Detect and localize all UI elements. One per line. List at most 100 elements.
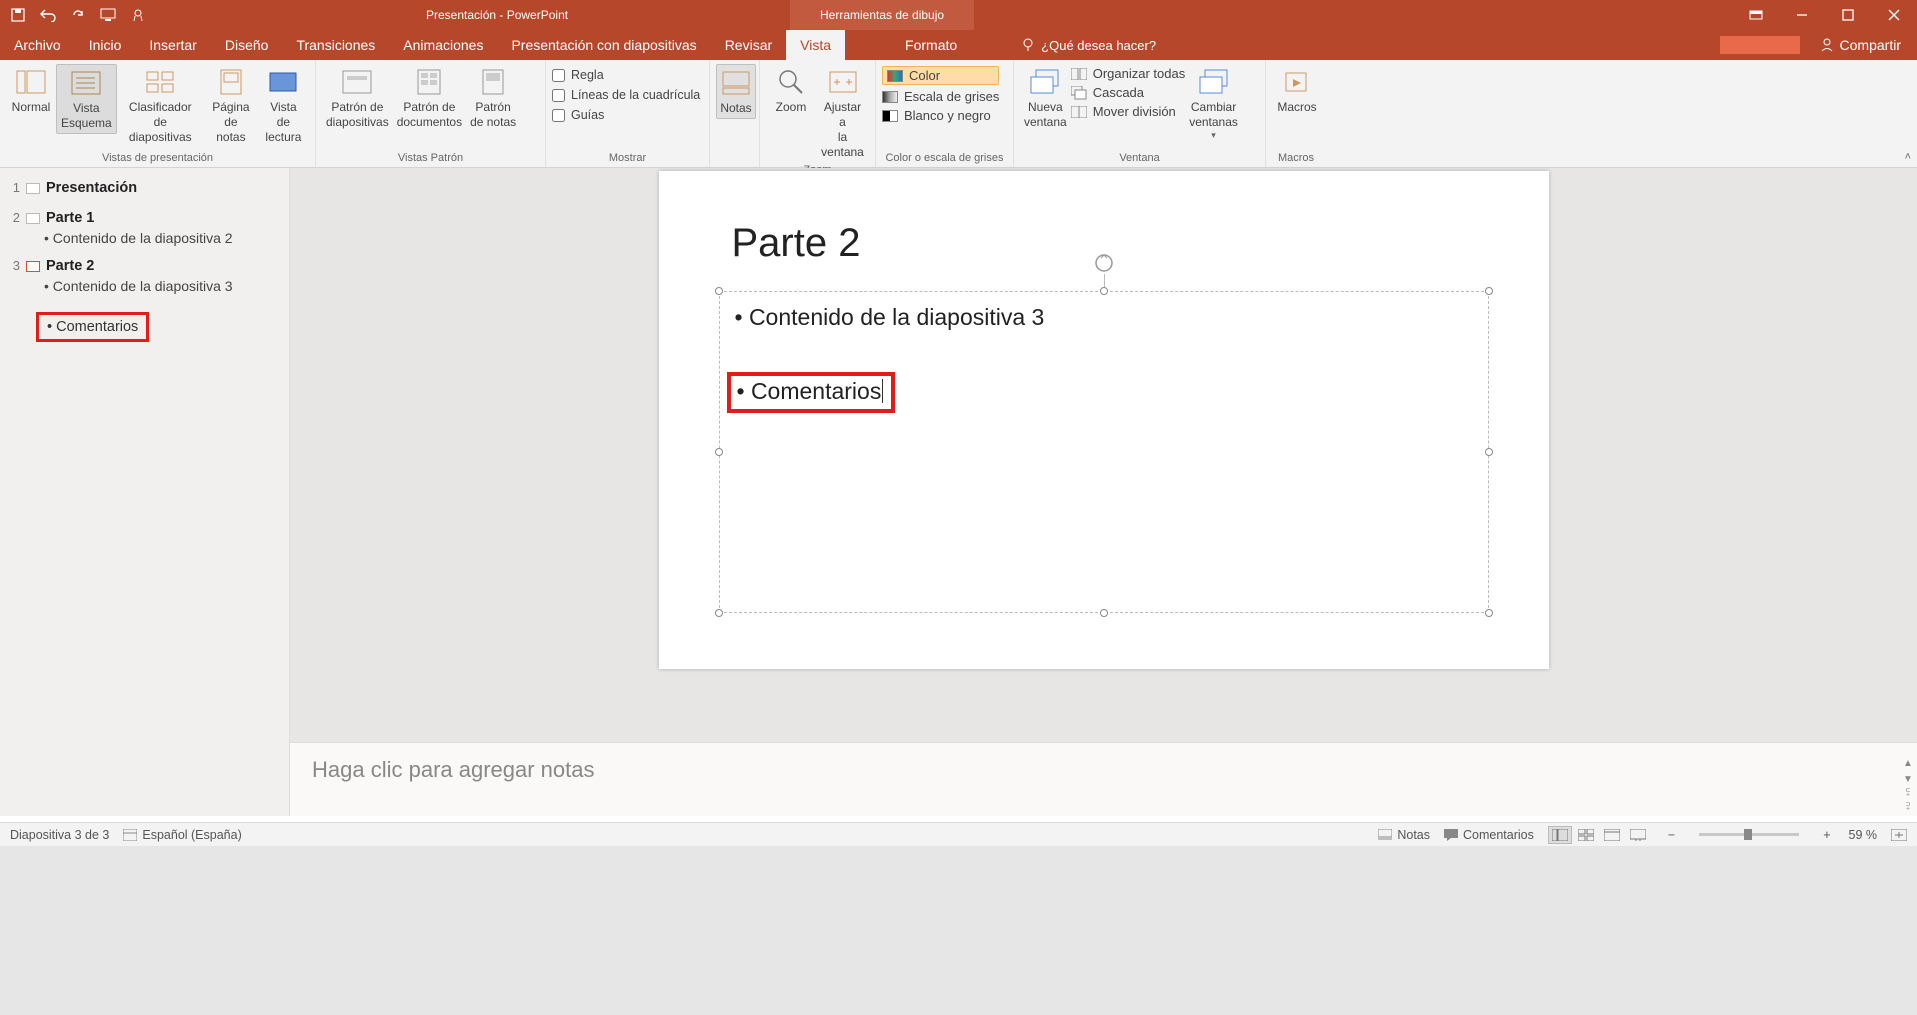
vertical-scrollbar[interactable]: ▲ ▼ ⪿ ⫀ bbox=[1899, 168, 1917, 816]
outline-view-button[interactable]: Vista Esquema bbox=[56, 64, 117, 134]
grayscale-mode-button[interactable]: Escala de grises bbox=[882, 89, 999, 104]
outline-slide-2[interactable]: 2 Parte 1 bbox=[0, 208, 289, 228]
save-icon[interactable] bbox=[10, 7, 26, 23]
slide-sorter-button[interactable]: Clasificador de diapositivas bbox=[117, 64, 204, 147]
redo-icon[interactable] bbox=[70, 7, 86, 23]
share-button[interactable]: Compartir bbox=[1810, 37, 1911, 53]
tab-formato[interactable]: Formato bbox=[891, 30, 971, 60]
tab-presentacion[interactable]: Presentación con diapositivas bbox=[497, 30, 710, 60]
zoom-out-button[interactable]: − bbox=[1664, 828, 1679, 842]
resize-handle-tm[interactable] bbox=[1100, 287, 1108, 295]
group-label-vistas-patron: Vistas Patrón bbox=[316, 150, 545, 167]
notes-toggle-button[interactable]: Notas bbox=[716, 64, 756, 119]
notes-master-button[interactable]: Patrón de notas bbox=[466, 64, 520, 132]
collapse-ribbon-button[interactable]: ˄ bbox=[1905, 151, 1911, 163]
tab-inicio[interactable]: Inicio bbox=[75, 30, 136, 60]
status-slideshow-view[interactable] bbox=[1626, 826, 1650, 844]
switch-windows-button[interactable]: Cambiar ventanas ▾ bbox=[1185, 64, 1242, 143]
status-normal-view[interactable] bbox=[1548, 826, 1572, 844]
close-button[interactable] bbox=[1871, 0, 1917, 30]
fit-window-icon bbox=[827, 66, 859, 98]
resize-handle-bm[interactable] bbox=[1100, 609, 1108, 617]
tab-revisar[interactable]: Revisar bbox=[711, 30, 786, 60]
handout-master-button[interactable]: Patrón de documentos bbox=[393, 64, 466, 132]
notes-pane[interactable]: Haga clic para agregar notas bbox=[290, 742, 1917, 816]
zoom-button[interactable]: Zoom bbox=[766, 64, 816, 117]
slide-bullet-2[interactable]: • Comentarios bbox=[737, 378, 882, 404]
window-title: Presentación - PowerPoint bbox=[426, 8, 568, 22]
color-mode-button[interactable]: Color bbox=[882, 66, 999, 85]
reading-view-button[interactable]: Vista de lectura bbox=[258, 64, 309, 147]
slide-master-button[interactable]: Patrón de diapositivas bbox=[322, 64, 393, 132]
ruler-checkbox[interactable]: Regla bbox=[552, 68, 700, 82]
rotate-handle[interactable] bbox=[1093, 252, 1115, 274]
tab-vista[interactable]: Vista bbox=[786, 30, 845, 60]
comments-icon bbox=[1444, 829, 1458, 841]
zoom-percent[interactable]: 59 % bbox=[1849, 828, 1878, 842]
status-notes-button[interactable]: Notas bbox=[1378, 828, 1430, 842]
undo-icon[interactable] bbox=[40, 7, 56, 23]
account-box[interactable] bbox=[1720, 36, 1800, 54]
outline-slide-3-content[interactable]: • Contenido de la diapositiva 3 bbox=[0, 278, 289, 294]
guides-checkbox[interactable]: Guías bbox=[552, 108, 700, 122]
resize-handle-tl[interactable] bbox=[715, 287, 723, 295]
bw-swatch-icon bbox=[882, 110, 898, 122]
slide-title-text[interactable]: Parte 2 bbox=[732, 221, 861, 266]
outline-slide-3-extra-highlight: • Comentarios bbox=[36, 312, 149, 342]
slide-bullet-1[interactable]: • Contenido de la diapositiva 3 bbox=[735, 304, 1045, 331]
slide-chip-icon bbox=[26, 213, 40, 224]
notes-page-button[interactable]: Página de notas bbox=[204, 64, 258, 147]
tab-archivo[interactable]: Archivo bbox=[0, 30, 75, 60]
outline-pane[interactable]: 1 Presentación 2 Parte 1 • Contenido de … bbox=[0, 168, 290, 816]
touch-mode-icon[interactable] bbox=[130, 7, 146, 23]
tab-diseno[interactable]: Diseño bbox=[211, 30, 283, 60]
resize-handle-br[interactable] bbox=[1485, 609, 1493, 617]
outline-slide-1[interactable]: 1 Presentación bbox=[0, 178, 289, 198]
ribbon-tabs: Archivo Inicio Insertar Diseño Transicio… bbox=[0, 30, 1917, 60]
outline-slide-2-content[interactable]: • Contenido de la diapositiva 2 bbox=[0, 230, 289, 246]
tell-me-search[interactable]: ¿Qué desea hacer? bbox=[1021, 30, 1156, 60]
status-reading-view[interactable] bbox=[1600, 826, 1624, 844]
scroll-down-icon[interactable]: ▼ bbox=[1901, 772, 1915, 786]
resize-handle-mr[interactable] bbox=[1485, 448, 1493, 456]
status-comments-button[interactable]: Comentarios bbox=[1444, 828, 1534, 842]
new-window-button[interactable]: Nueva ventana bbox=[1020, 64, 1071, 132]
bw-mode-button[interactable]: Blanco y negro bbox=[882, 108, 999, 123]
maximize-button[interactable] bbox=[1825, 0, 1871, 30]
minimize-button[interactable] bbox=[1779, 0, 1825, 30]
status-bar: Diapositiva 3 de 3 Español (España) Nota… bbox=[0, 822, 1917, 846]
tell-me-placeholder: ¿Qué desea hacer? bbox=[1041, 38, 1156, 53]
tab-transiciones[interactable]: Transiciones bbox=[282, 30, 389, 60]
rotate-connector bbox=[1104, 274, 1105, 288]
resize-handle-tr[interactable] bbox=[1485, 287, 1493, 295]
next-slide-icon[interactable]: ⫀ bbox=[1901, 800, 1915, 814]
zoom-slider[interactable] bbox=[1699, 833, 1799, 836]
resize-handle-bl[interactable] bbox=[715, 609, 723, 617]
move-split-button[interactable]: Mover división bbox=[1071, 104, 1186, 119]
status-sorter-view[interactable] bbox=[1574, 826, 1598, 844]
fit-to-window-button[interactable]: Ajustar a la ventana bbox=[816, 64, 869, 162]
slide-canvas[interactable]: Parte 2 • Contenido de la diapositiva 3 … bbox=[659, 171, 1549, 669]
ribbon-display-options-icon[interactable] bbox=[1733, 0, 1779, 30]
status-language[interactable]: Español (España) bbox=[123, 828, 241, 842]
zoom-in-button[interactable]: + bbox=[1819, 828, 1834, 842]
macros-button[interactable]: Macros bbox=[1272, 64, 1322, 117]
scroll-up-icon[interactable]: ▲ bbox=[1901, 756, 1915, 770]
group-label-ventana: Ventana bbox=[1014, 150, 1265, 167]
arrange-all-button[interactable]: Organizar todas bbox=[1071, 66, 1186, 81]
resize-handle-ml[interactable] bbox=[715, 448, 723, 456]
cascade-button[interactable]: Cascada bbox=[1071, 85, 1186, 100]
zoom-thumb[interactable] bbox=[1744, 829, 1752, 840]
normal-view-button[interactable]: Normal bbox=[6, 64, 56, 117]
tab-animaciones[interactable]: Animaciones bbox=[389, 30, 497, 60]
content-textbox[interactable]: • Contenido de la diapositiva 3 • Coment… bbox=[719, 291, 1489, 613]
prev-slide-icon[interactable]: ⪿ bbox=[1901, 786, 1915, 800]
contextual-tab-drawing-tools: Herramientas de dibujo bbox=[790, 0, 974, 30]
start-from-beginning-icon[interactable] bbox=[100, 7, 116, 23]
gridlines-checkbox[interactable]: Líneas de la cuadrícula bbox=[552, 88, 700, 102]
fit-to-window-status[interactable] bbox=[1891, 829, 1907, 841]
tab-insertar[interactable]: Insertar bbox=[135, 30, 210, 60]
outline-slide-3-extra[interactable]: • Comentarios bbox=[47, 319, 138, 335]
status-slide-counter: Diapositiva 3 de 3 bbox=[10, 828, 109, 842]
outline-slide-3[interactable]: 3 Parte 2 bbox=[0, 256, 289, 276]
